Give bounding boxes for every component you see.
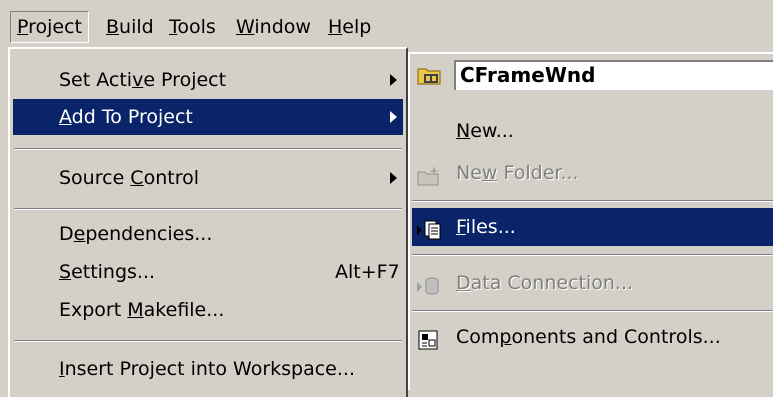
components-and-controls-item[interactable]: Components and Controls... (412, 318, 773, 356)
menu-separator (412, 254, 773, 256)
dependencies-item[interactable]: Dependencies... (13, 216, 403, 252)
data-connection-icon (416, 272, 442, 295)
settings-item[interactable]: Settings... Alt+F7 (13, 254, 403, 290)
target-project-selector[interactable]: CFrameWnd (454, 60, 773, 90)
new-folder-item: New Folder... (412, 154, 773, 192)
menu-separator (14, 340, 402, 342)
source-control-item[interactable]: Source Control (13, 160, 403, 196)
data-connection-item: Data Connection... (412, 264, 773, 302)
menu-project[interactable]: Project (10, 11, 90, 43)
submenu-arrow-icon (390, 111, 397, 123)
menu-window[interactable]: Window (230, 12, 317, 42)
files-icon (416, 216, 442, 240)
add-to-project-submenu: CFrameWnd New... New Folder... Files... (408, 52, 773, 390)
menu-separator (412, 310, 773, 312)
project-menu: Set Active Project Add To Project Source… (8, 47, 408, 397)
menu-separator (412, 200, 773, 202)
new-item[interactable]: New... (412, 112, 773, 150)
submenu-arrow-icon (390, 74, 397, 86)
settings-shortcut: Alt+F7 (335, 261, 400, 283)
components-icon (416, 326, 442, 350)
project-folder-icon (416, 65, 444, 92)
export-makefile-item[interactable]: Export Makefile... (13, 292, 403, 328)
add-to-project-item[interactable]: Add To Project (13, 99, 403, 135)
submenu-arrow-icon (390, 172, 397, 184)
set-active-project-item[interactable]: Set Active Project (13, 62, 403, 98)
insert-project-item[interactable]: Insert Project into Workspace... (13, 351, 403, 387)
files-item[interactable]: Files... (412, 208, 773, 246)
menu-separator (14, 208, 402, 210)
menubar: Project Build Tools Window Help (0, 0, 773, 48)
new-folder-icon (416, 162, 442, 186)
menu-separator (14, 148, 402, 150)
menu-help[interactable]: Help (322, 12, 377, 42)
menu-build[interactable]: Build (100, 12, 160, 42)
menu-tools[interactable]: Tools (163, 12, 222, 42)
